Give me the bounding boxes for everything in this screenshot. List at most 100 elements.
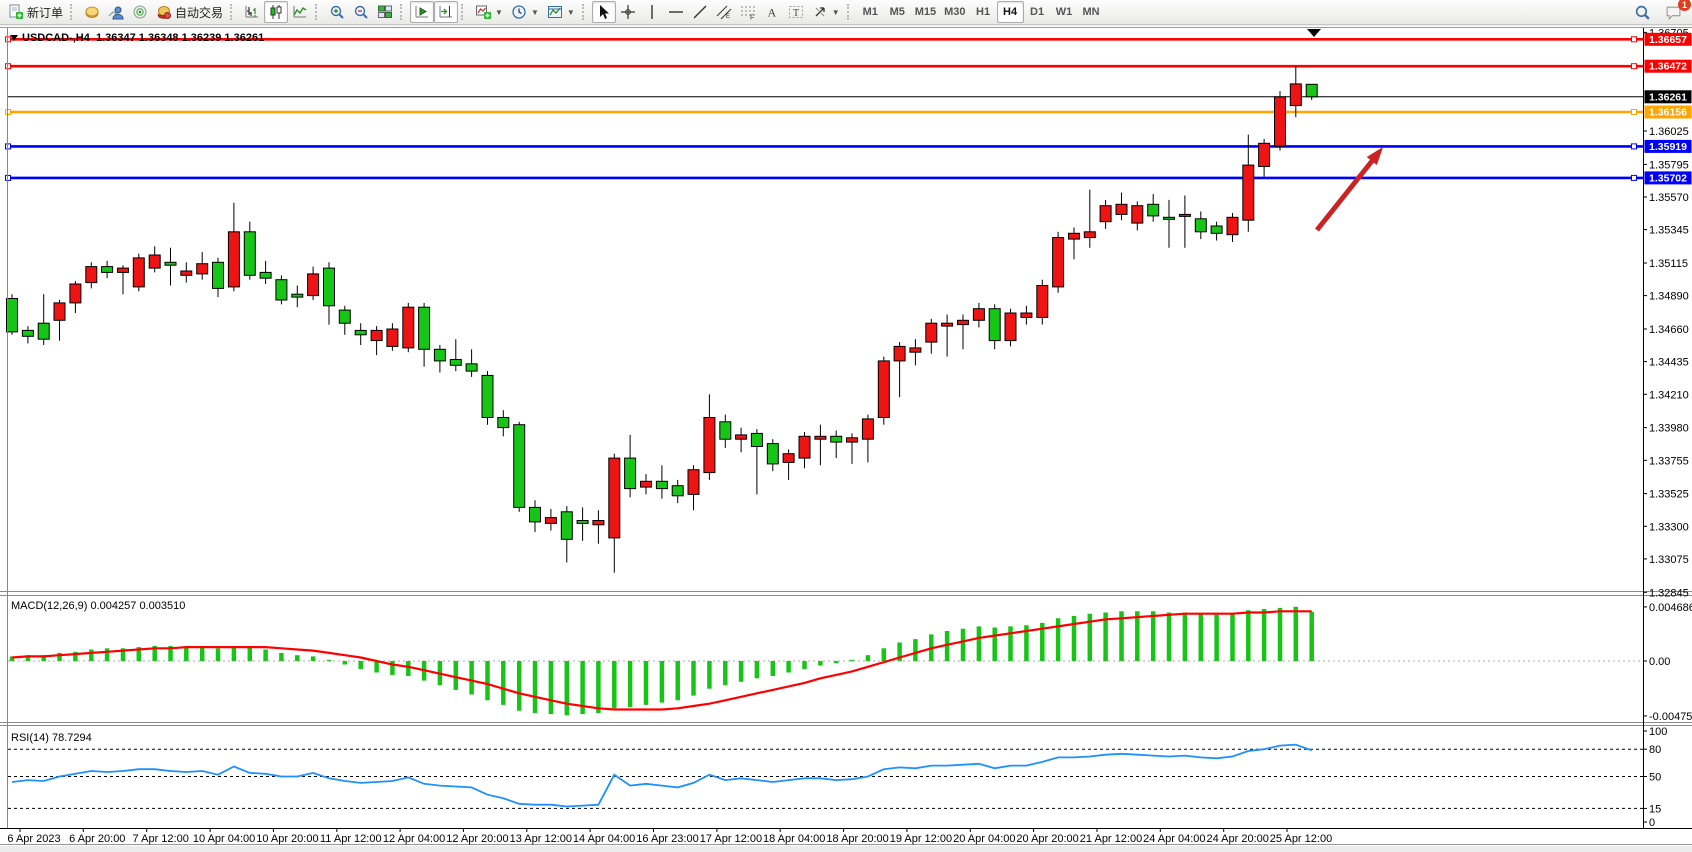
cursor-icon (596, 4, 612, 20)
crosshair-icon (620, 4, 636, 20)
timeframe-m30-button[interactable]: M30 (940, 1, 969, 23)
timeframe-mn-button[interactable]: MN (1078, 1, 1105, 23)
toolbar-group-separator (582, 4, 588, 20)
toolbar-group-separator (847, 4, 853, 20)
person-chart-icon (108, 4, 124, 20)
crosshair-button[interactable] (616, 1, 640, 23)
line-handle[interactable] (1632, 175, 1637, 180)
radar-signal-icon (132, 4, 148, 20)
text-label-button[interactable]: T (784, 1, 808, 23)
template-icon (547, 4, 563, 20)
zoom-in-button[interactable] (325, 1, 349, 23)
timeframe-label: M15 (915, 6, 936, 18)
auto-trading-button[interactable]: 自动交易 (152, 1, 227, 23)
new-order-label: 新订单 (27, 4, 63, 21)
auto-scroll-button[interactable] (410, 1, 434, 23)
chart-candles-button[interactable] (264, 1, 288, 23)
line-handle[interactable] (1632, 64, 1637, 69)
chart-bars-button[interactable] (240, 1, 264, 23)
fibonacci-button[interactable]: F (736, 1, 760, 23)
templates-button[interactable]: ▼ (543, 1, 579, 23)
bar-chart-icon (244, 4, 260, 20)
arrows-icon (812, 4, 828, 20)
svg-text:18 Apr 04:00: 18 Apr 04:00 (763, 833, 825, 845)
timeframe-label: M30 (944, 6, 965, 18)
text-button[interactable]: A (760, 1, 784, 23)
vertical-line-button[interactable] (640, 1, 664, 23)
svg-text:19 Apr 12:00: 19 Apr 12:00 (890, 833, 952, 845)
svg-text:1.34435: 1.34435 (1649, 357, 1689, 369)
line-handle[interactable] (1632, 37, 1637, 42)
svg-text:1.35919: 1.35919 (1649, 141, 1687, 153)
search-button[interactable] (1630, 1, 1655, 23)
svg-text:80: 80 (1649, 744, 1661, 756)
open-account-button[interactable] (104, 1, 128, 23)
macd-name: MACD(12,26,9) (11, 600, 87, 612)
horizontal-line-button[interactable] (664, 1, 688, 23)
arrows-caret-icon: ▼ (832, 8, 840, 17)
magnifier-plus-icon (329, 4, 345, 20)
svg-text:11 Apr 12:00: 11 Apr 12:00 (320, 833, 382, 845)
chart-title: USDCAD-,H4 1.36347 1.36348 1.36239 1.362… (10, 32, 264, 44)
svg-text:24 Apr 04:00: 24 Apr 04:00 (1143, 833, 1205, 845)
channel-icon: E (716, 4, 732, 20)
channel-button[interactable]: E (712, 1, 736, 23)
svg-text:1.36025: 1.36025 (1649, 126, 1689, 138)
chart-shift-icon (438, 4, 454, 20)
gold-coin-icon (84, 4, 100, 20)
trendline-button[interactable] (688, 1, 712, 23)
rsi-value: 78.7294 (52, 732, 92, 744)
indicators-button[interactable]: ▼ (471, 1, 507, 23)
svg-text:6 Apr 20:00: 6 Apr 20:00 (69, 833, 125, 845)
periods-button[interactable]: ▼ (507, 1, 543, 23)
timeframe-m1-button[interactable]: M1 (857, 1, 884, 23)
arrows-button[interactable]: ▼ (808, 1, 844, 23)
svg-text:1.33075: 1.33075 (1649, 554, 1689, 566)
svg-text:1.35795: 1.35795 (1649, 159, 1689, 171)
templates-caret-icon: ▼ (567, 8, 575, 17)
svg-text:1.36156: 1.36156 (1649, 107, 1687, 119)
svg-text:20 Apr 04:00: 20 Apr 04:00 (953, 833, 1015, 845)
mql5-community-button[interactable] (80, 1, 104, 23)
line-handle[interactable] (1632, 144, 1637, 149)
main-toolbar: 新订单 自动交易 (0, 0, 1692, 25)
toolbar-group-separator (461, 4, 467, 20)
indicators-plus-icon (475, 4, 491, 20)
macd-signal-value: 0.003510 (139, 600, 185, 612)
timeframe-w1-button[interactable]: W1 (1051, 1, 1078, 23)
zoom-out-button[interactable] (349, 1, 373, 23)
svg-text:0: 0 (1649, 817, 1655, 829)
cursor-button[interactable] (592, 1, 616, 23)
line-handle[interactable] (1632, 110, 1637, 115)
timeframe-m15-button[interactable]: M15 (911, 1, 940, 23)
timeframe-label: MN (1082, 6, 1099, 18)
signals-button[interactable] (128, 1, 152, 23)
timeframe-h1-button[interactable]: H1 (970, 1, 997, 23)
timeframe-d1-button[interactable]: D1 (1024, 1, 1051, 23)
svg-text:F: F (750, 15, 754, 21)
svg-text:E: E (726, 14, 730, 20)
chart-shift-button[interactable] (434, 1, 458, 23)
svg-text:1.36472: 1.36472 (1649, 61, 1687, 73)
robot-hat-icon (156, 4, 172, 20)
timeframe-label: M5 (890, 6, 905, 18)
timeframe-label: M1 (863, 6, 878, 18)
svg-text:7 Apr 12:00: 7 Apr 12:00 (133, 833, 189, 845)
timeframe-m5-button[interactable]: M5 (884, 1, 911, 23)
chart-canvas[interactable]: 1.367051.360251.357951.355701.353451.351… (0, 26, 1692, 851)
svg-text:A: A (767, 6, 776, 20)
svg-text:-0.004752: -0.004752 (1649, 711, 1692, 723)
clock-icon (511, 4, 527, 20)
timeframe-label: D1 (1030, 6, 1044, 18)
chat-button[interactable]: 1 (1661, 1, 1686, 23)
timeframe-h4-button[interactable]: H4 (997, 1, 1024, 23)
svg-text:1.33300: 1.33300 (1649, 521, 1689, 533)
timeframe-label: W1 (1056, 6, 1073, 18)
svg-text:1.33525: 1.33525 (1649, 489, 1689, 501)
svg-text:14 Apr 04:00: 14 Apr 04:00 (573, 833, 635, 845)
notification-badge: 1 (1678, 0, 1691, 11)
tile-windows-icon (377, 4, 393, 20)
chart-line-button[interactable] (288, 1, 312, 23)
new-order-button[interactable]: 新订单 (4, 1, 67, 23)
tile-windows-button[interactable] (373, 1, 397, 23)
